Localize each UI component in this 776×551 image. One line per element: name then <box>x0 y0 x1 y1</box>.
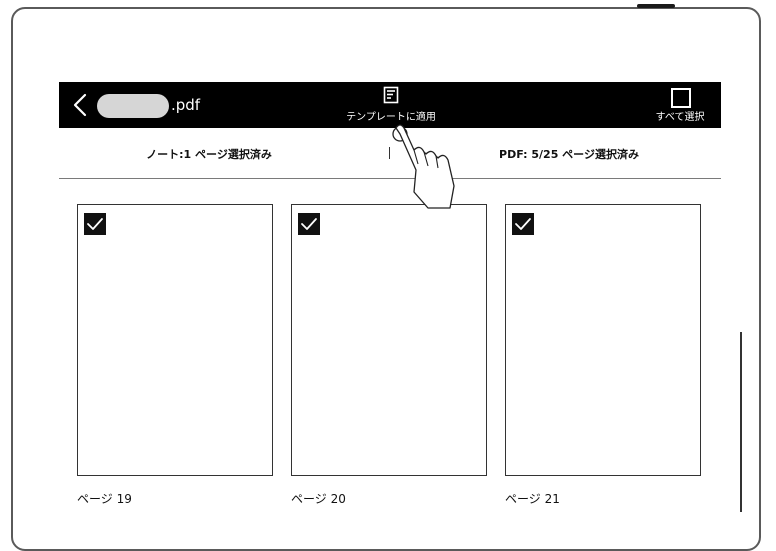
checkmark-icon <box>87 218 103 230</box>
page-checkbox[interactable] <box>512 213 534 235</box>
page-label: ページ 20 <box>291 492 346 506</box>
checkmark-icon <box>301 218 317 230</box>
page-label: ページ 21 <box>505 492 560 506</box>
page-label: ページ 19 <box>77 492 132 506</box>
page-thumbnail-21[interactable] <box>505 204 701 476</box>
device-power-button <box>637 4 675 8</box>
checkbox-empty-icon <box>671 88 691 108</box>
select-all-label: すべて選択 <box>655 112 705 123</box>
select-all-button[interactable]: すべて選択 <box>645 86 715 126</box>
checkmark-icon <box>515 218 531 230</box>
page-checkbox[interactable] <box>84 213 106 235</box>
template-icon <box>383 86 399 104</box>
chevron-left-icon <box>73 93 87 117</box>
page-checkbox[interactable] <box>298 213 320 235</box>
file-extension: .pdf <box>171 96 201 114</box>
back-button[interactable] <box>69 90 93 120</box>
scrollbar[interactable] <box>740 332 742 512</box>
hand-pointer-icon <box>392 124 455 209</box>
page-thumbnail-20[interactable] <box>291 204 487 476</box>
redacted-filename <box>97 94 169 118</box>
page-thumbnail-19[interactable] <box>77 204 273 476</box>
note-selection-status: ノート:1 ページ選択済み <box>146 148 272 161</box>
